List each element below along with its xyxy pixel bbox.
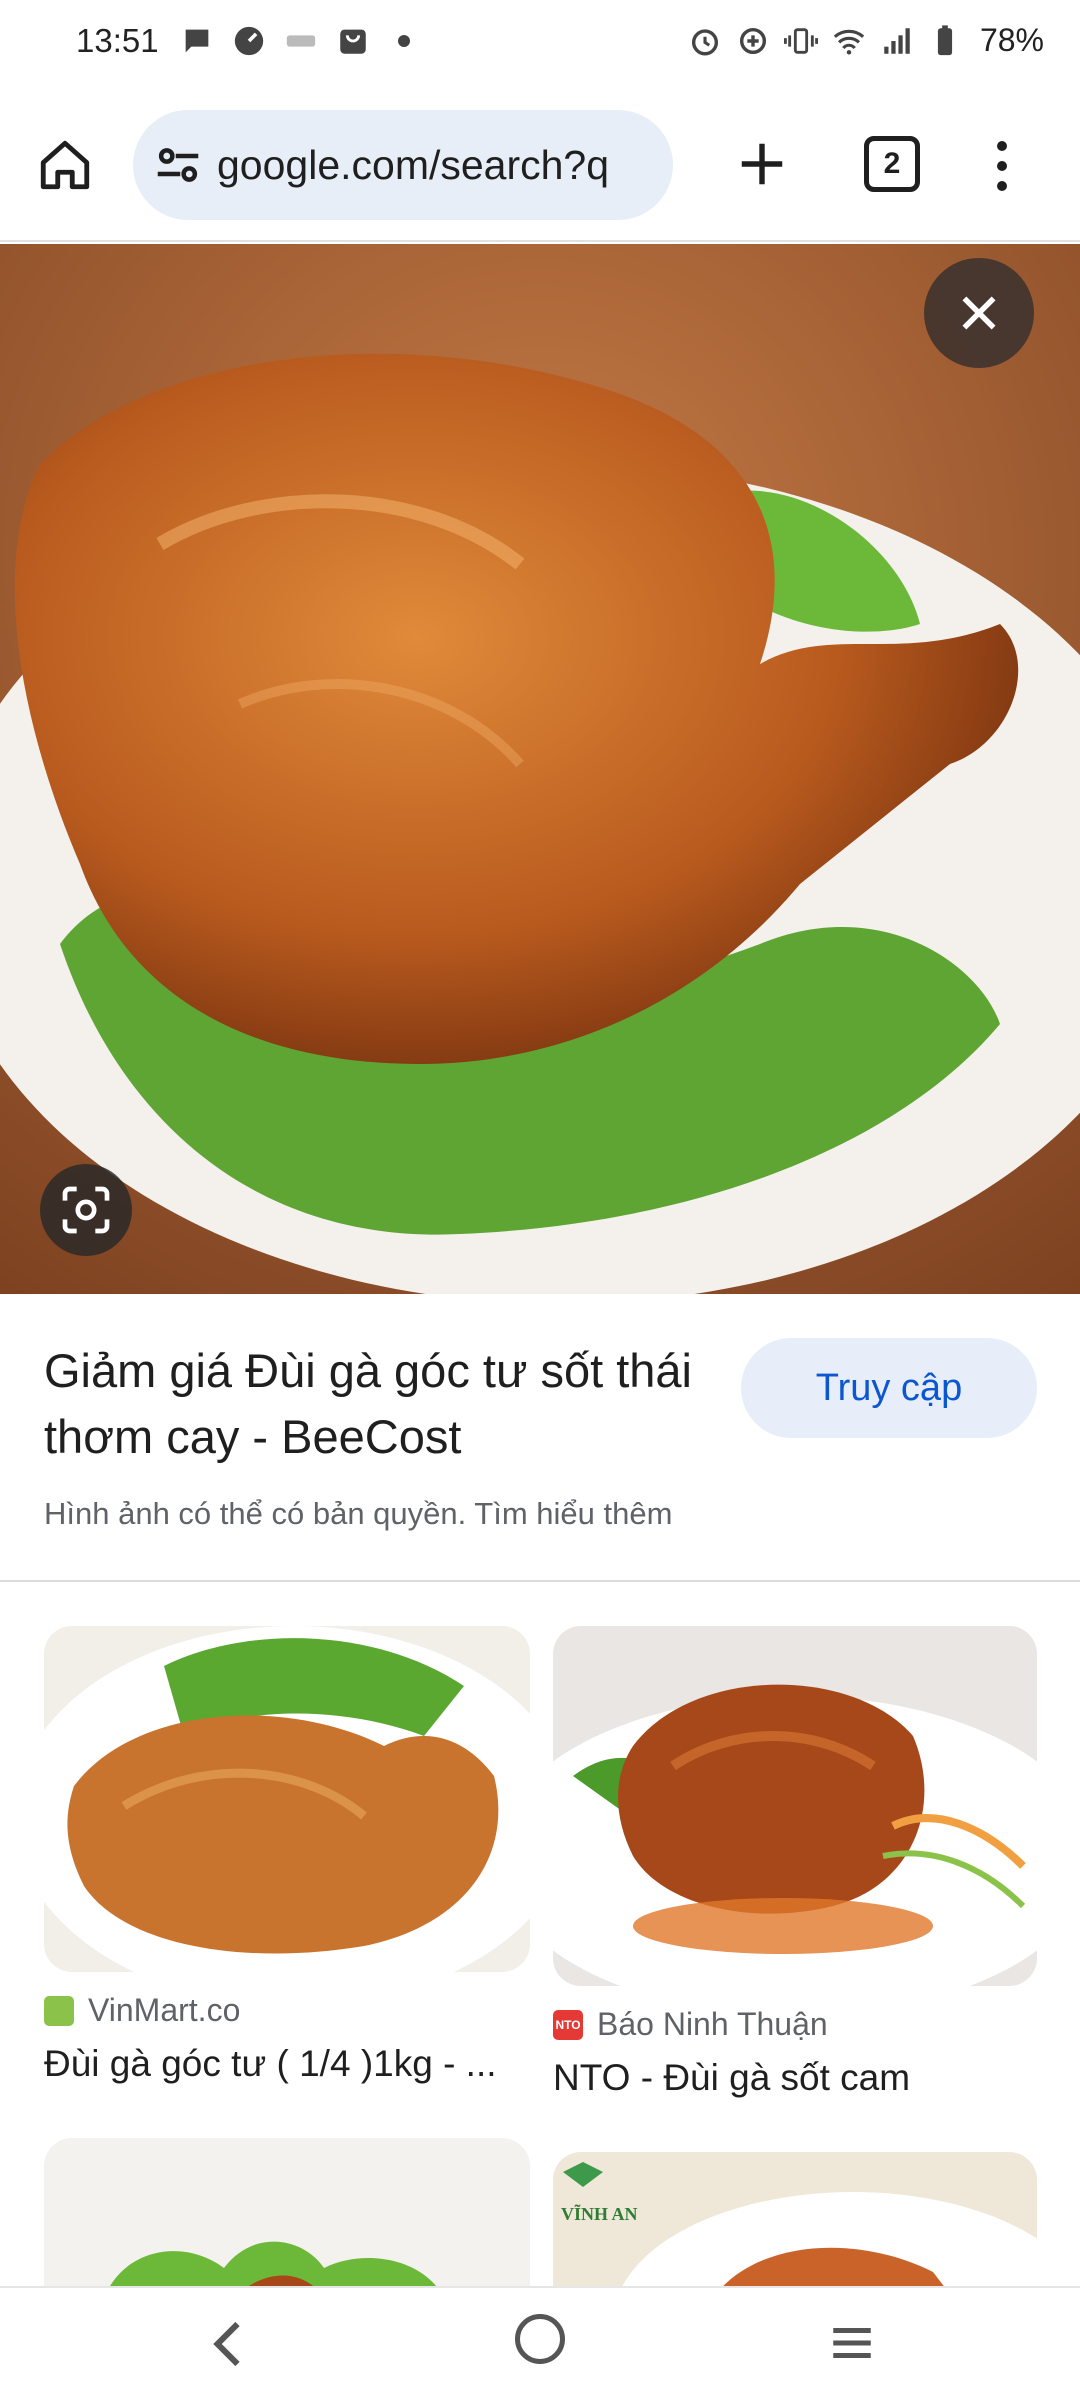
card-title[interactable]: NTO - Đùi gà sốt cam	[553, 2057, 1037, 2099]
menu-dot-icon	[997, 181, 1007, 191]
close-button[interactable]	[924, 258, 1034, 368]
home-button[interactable]	[30, 130, 100, 200]
recent-apps-icon[interactable]	[824, 2318, 880, 2368]
chat-bubble-icon	[185, 29, 209, 53]
speedometer-icon	[234, 26, 264, 56]
system-nav-bar	[0, 2286, 1080, 2400]
vinmart-favicon-icon	[44, 1995, 74, 2026]
browser-toolbar: google.com/search?q 2	[0, 90, 1080, 242]
related-card-1[interactable]: VinMart.co Đùi gà góc tư ( 1/4 )1kg - ..…	[44, 1626, 530, 2085]
plus-icon	[741, 143, 783, 185]
overflow-menu-button[interactable]	[975, 128, 1029, 204]
related-image-1[interactable]	[44, 1626, 530, 1972]
vibrate-icon	[783, 27, 818, 54]
menu-dot-icon	[997, 141, 1007, 151]
notification-icons	[180, 24, 410, 58]
wifi-icon	[833, 29, 865, 55]
card-title[interactable]: Đùi gà góc tư ( 1/4 )1kg - ...	[44, 2043, 530, 2085]
tab-switcher-button[interactable]: 2	[864, 136, 920, 192]
menu-dot-icon	[997, 161, 1007, 171]
vinh-an-logo-text: VĨNH AN	[561, 2204, 638, 2224]
status-time: 13:51	[76, 22, 159, 59]
tab-count: 2	[883, 147, 901, 180]
system-icons: 78%	[688, 22, 1044, 59]
source-row: NTO Báo Ninh Thuận	[553, 2006, 1037, 2043]
divider	[0, 1580, 1080, 1582]
chicken-leg-thumbnail	[44, 1626, 530, 1972]
result-title[interactable]: Giảm giá Đùi gà góc tư sốt thái thơm cay…	[44, 1338, 704, 1470]
home-nav-button[interactable]	[515, 2314, 565, 2364]
more-dot-icon	[398, 35, 410, 47]
battery-icon	[937, 24, 953, 55]
google-lens-button[interactable]	[40, 1164, 132, 1256]
shopping-bag-icon	[340, 29, 366, 54]
new-tab-button[interactable]	[726, 128, 798, 200]
source-name: VinMart.co	[88, 1992, 241, 2028]
visit-button[interactable]: Truy cập	[741, 1338, 1037, 1438]
hero-image[interactable]	[0, 244, 1080, 1294]
source-name: Báo Ninh Thuận	[597, 2006, 828, 2042]
nto-favicon-icon: NTO	[553, 2009, 583, 2040]
favicon-text: NTO	[555, 2017, 581, 2032]
alarm-icon	[691, 28, 718, 55]
lettuce-chicken-thumbnail	[44, 2138, 530, 2298]
url-bar[interactable]: google.com/search?q	[133, 110, 673, 220]
related-image-4[interactable]: VĨNH AN	[553, 2152, 1037, 2298]
home-icon	[40, 140, 90, 190]
related-card-2[interactable]: NTO Báo Ninh Thuận NTO - Đùi gà sốt cam	[553, 1626, 1037, 2099]
back-icon[interactable]	[200, 2314, 260, 2374]
source-row: VinMart.co	[44, 1992, 530, 2029]
related-image-2[interactable]	[553, 1626, 1037, 1986]
site-settings-icon[interactable]	[151, 138, 205, 192]
roast-chicken-leg-image	[0, 244, 1080, 1294]
status-bar: 13:51 78%	[0, 0, 1080, 90]
data-saver-icon	[739, 27, 766, 54]
battery-percent: 78%	[979, 22, 1044, 58]
copyright-note[interactable]: Hình ảnh có thể có bản quyền. Tìm hiểu t…	[44, 1496, 672, 1532]
signal-icon	[884, 27, 910, 54]
app-notification-icon	[286, 35, 316, 47]
lens-icon	[62, 1186, 110, 1234]
close-icon	[962, 296, 996, 330]
url-text: google.com/search?q	[217, 141, 610, 188]
vinh-an-chicken-thumbnail	[553, 2152, 1037, 2298]
chicken-wings-orange-sauce-thumbnail	[553, 1626, 1037, 1986]
related-image-3[interactable]	[44, 2138, 530, 2298]
